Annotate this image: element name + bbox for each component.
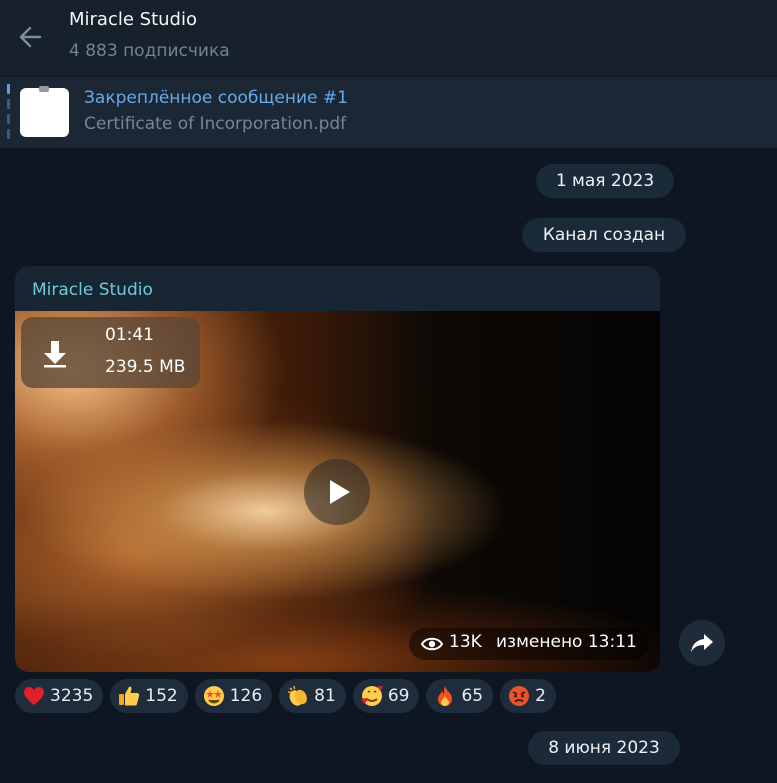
channel-title[interactable]: Miracle Studio	[69, 9, 197, 30]
view-count: 13K	[449, 632, 482, 652]
share-icon	[691, 634, 713, 652]
reaction-count: 152	[145, 686, 178, 706]
share-button[interactable]	[679, 620, 725, 666]
reaction-count: 3235	[50, 686, 94, 706]
reaction-count: 81	[314, 686, 336, 706]
play-icon	[330, 480, 350, 504]
message-meta: 13K изменено 13:11	[409, 628, 649, 660]
date-separator: 8 июня 2023	[528, 731, 680, 765]
download-overlay[interactable]: 01:41 239.5 MB	[21, 317, 200, 388]
fire-icon	[438, 686, 453, 706]
pinned-message-bar[interactable]: Закреплённое сообщение #1 Certificate of…	[0, 77, 777, 148]
arrow-left-icon	[19, 26, 42, 48]
reaction-count: 126	[229, 686, 263, 706]
clapping-hands-icon	[288, 685, 308, 706]
pinned-indicator	[7, 84, 10, 141]
reaction-thumbs-up[interactable]: 152	[110, 679, 188, 713]
chat-window: Miracle Studio 4 883 подписчика Закреплё…	[0, 0, 777, 783]
download-icon	[44, 341, 66, 368]
reactions-bar: 3235 152 126 81 69 65 2	[15, 679, 556, 713]
eye-icon	[421, 637, 443, 651]
paperclip-icon	[39, 86, 49, 92]
video-duration: 01:41	[105, 325, 154, 345]
reaction-heart[interactable]: 3235	[15, 679, 104, 713]
smiling-hearts-icon	[361, 686, 383, 706]
reaction-count: 2	[535, 686, 546, 706]
reaction-angry[interactable]: 2	[500, 679, 556, 713]
pinned-thumbnail	[20, 86, 69, 137]
edited-time: изменено 13:11	[496, 632, 637, 652]
back-button[interactable]	[14, 20, 48, 54]
reaction-count: 65	[461, 686, 484, 706]
angry-face-icon	[509, 686, 530, 706]
video-preview[interactable]: 01:41 239.5 MB 13K изменено 13:11	[15, 311, 660, 672]
channel-header: Miracle Studio 4 883 подписчика	[0, 0, 777, 76]
pinned-filename: Certificate of Incorporation.pdf	[84, 114, 347, 134]
date-separator: 1 мая 2023	[536, 164, 674, 198]
thumbs-up-icon	[119, 686, 140, 706]
reaction-smiling-hearts[interactable]: 69	[352, 679, 420, 713]
reaction-star-struck[interactable]: 126	[194, 679, 273, 713]
play-button[interactable]	[304, 459, 370, 525]
reaction-clapping[interactable]: 81	[279, 679, 346, 713]
star-struck-icon	[203, 686, 224, 706]
subscriber-count: 4 883 подписчика	[69, 41, 230, 61]
reaction-fire[interactable]: 65	[426, 679, 494, 713]
service-message: Канал создан	[522, 218, 686, 252]
message-author[interactable]: Miracle Studio	[32, 280, 153, 300]
message-bubble: Miracle Studio 01:41 239.5 MB 13K измене…	[15, 266, 660, 672]
video-size: 239.5 MB	[105, 357, 186, 377]
heart-icon	[24, 687, 44, 705]
reaction-count: 69	[387, 686, 410, 706]
pinned-title: Закреплённое сообщение #1	[84, 88, 348, 108]
